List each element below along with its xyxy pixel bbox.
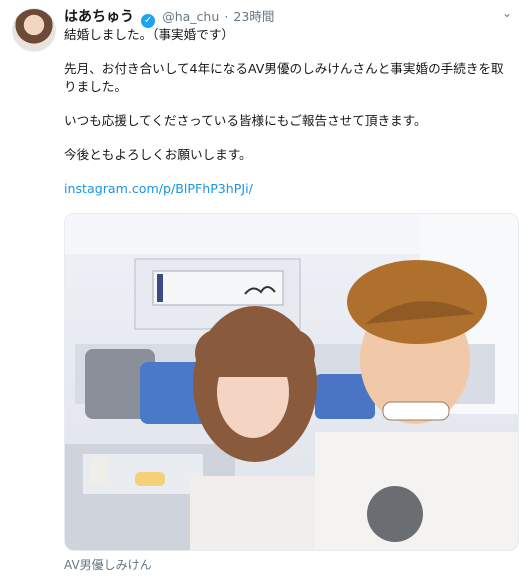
- tweet-text-line: 今後ともよろしくお願いします。: [64, 147, 252, 162]
- tweet-body: 結婚しました。（事実婚です） 先月、お付き合いして4年になるAV男優のしみけんさ…: [64, 26, 514, 198]
- tweet-text-line: いつも応援してくださっている皆様にもご報告させて頂きます。: [64, 113, 427, 128]
- tweet-header: はあちゅう ✓ @ha_chu · 23時間 ⌄: [64, 6, 512, 28]
- tweet-media-photo[interactable]: [64, 213, 519, 551]
- media-caption[interactable]: AV男優しみけん: [64, 556, 152, 573]
- avatar[interactable]: [12, 8, 56, 52]
- display-name[interactable]: はあちゅう: [64, 9, 134, 25]
- tweet-text-line: 結婚しました。（事実婚です）: [64, 27, 235, 42]
- chevron-down-icon[interactable]: ⌄: [502, 6, 512, 20]
- tweet-text-line: 先月、お付き合いして4年になるAV男優のしみけんさんと事実婚の手続きを取りました…: [64, 61, 504, 94]
- photo-illustration: [65, 214, 518, 550]
- user-handle[interactable]: @ha_chu: [162, 9, 219, 24]
- separator-dot: ·: [224, 9, 229, 24]
- timestamp[interactable]: 23時間: [233, 9, 274, 24]
- instagram-link[interactable]: instagram.com/p/BlPFhP3hPJi/: [64, 181, 253, 196]
